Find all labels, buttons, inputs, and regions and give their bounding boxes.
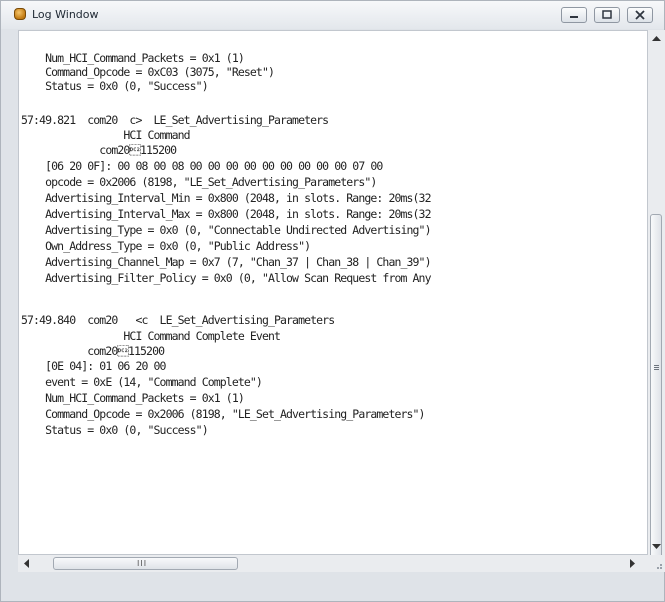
- scroll-right-arrow-icon[interactable]: [630, 559, 636, 568]
- scroll-down-arrow-icon[interactable]: [652, 544, 661, 550]
- resize-grip-icon[interactable]: [648, 555, 665, 572]
- window-bottom-border: [1, 577, 664, 601]
- close-icon: [635, 10, 645, 20]
- log-line: Advertising_Channel_Map = 0x7 (7, "Chan_…: [21, 255, 431, 269]
- log-line: Status = 0x0 (0, "Success"): [21, 423, 209, 437]
- vertical-scrollbar[interactable]: [648, 30, 665, 559]
- window-title: Log Window: [32, 8, 99, 21]
- vertical-scroll-thumb[interactable]: [650, 214, 662, 559]
- log-text-area[interactable]: Num_HCI_Command_Packets = 0x1 (1) Comman…: [18, 30, 648, 555]
- log-line: Status = 0x0 (0, "Success"): [21, 79, 209, 93]
- log-line: event = 0xE (14, "Command Complete"): [21, 375, 263, 389]
- close-button[interactable]: [627, 7, 653, 23]
- log-line: Own_Address_Type = 0x0 (0, "Public Addre…: [21, 239, 311, 253]
- log-line: Command_Opcode = 0x2006 (8198, "LE_Set_A…: [21, 407, 425, 421]
- title-bar[interactable]: Log Window: [1, 1, 664, 29]
- log-line: Num_HCI_Command_Packets = 0x1 (1): [21, 51, 245, 65]
- log-line: 57:49.821 com20 c> LE_Set_Advertising_Pa…: [21, 113, 329, 127]
- horizontal-scrollbar[interactable]: III: [18, 555, 648, 572]
- log-line: 57:49.840 com20 <c LE_Set_Advertising_Pa…: [21, 313, 335, 327]
- log-line: Advertising_Type = 0x0 (0, "Connectable …: [21, 223, 431, 237]
- minimize-button[interactable]: [561, 7, 587, 23]
- log-line: com20115200: [21, 143, 177, 157]
- log-line: Advertising_Interval_Min = 0x800 (2048, …: [21, 191, 431, 205]
- log-line: [06 20 0F]: 00 08 00 08 00 00 00 00 00 0…: [21, 159, 383, 173]
- log-line: [0E 04]: 01 06 20 00: [21, 359, 166, 373]
- log-window: Log Window Num_HCI_Command_Packets = 0x1…: [0, 0, 665, 602]
- log-line: Advertising_Interval_Max = 0x800 (2048, …: [21, 207, 431, 221]
- scroll-up-arrow-icon[interactable]: [652, 36, 661, 42]
- log-line: com20115200: [21, 344, 165, 358]
- log-line: Command_Opcode = 0xC03 (3075, "Reset"): [21, 65, 275, 79]
- log-line: HCI Command: [21, 128, 190, 142]
- app-icon: [14, 8, 26, 20]
- horizontal-scroll-thumb[interactable]: III: [53, 557, 238, 570]
- scroll-grip-icon: III: [137, 559, 148, 568]
- maximize-icon: [602, 10, 612, 19]
- scroll-left-arrow-icon[interactable]: [24, 559, 30, 568]
- log-line: Num_HCI_Command_Packets = 0x1 (1): [21, 391, 245, 405]
- minimize-icon: [570, 16, 578, 18]
- log-line: HCI Command Complete Event: [21, 329, 281, 343]
- maximize-button[interactable]: [594, 7, 620, 23]
- log-line: opcode = 0x2006 (8198, "LE_Set_Advertisi…: [21, 175, 377, 189]
- log-line: Advertising_Filter_Policy = 0x0 (0, "All…: [21, 271, 431, 285]
